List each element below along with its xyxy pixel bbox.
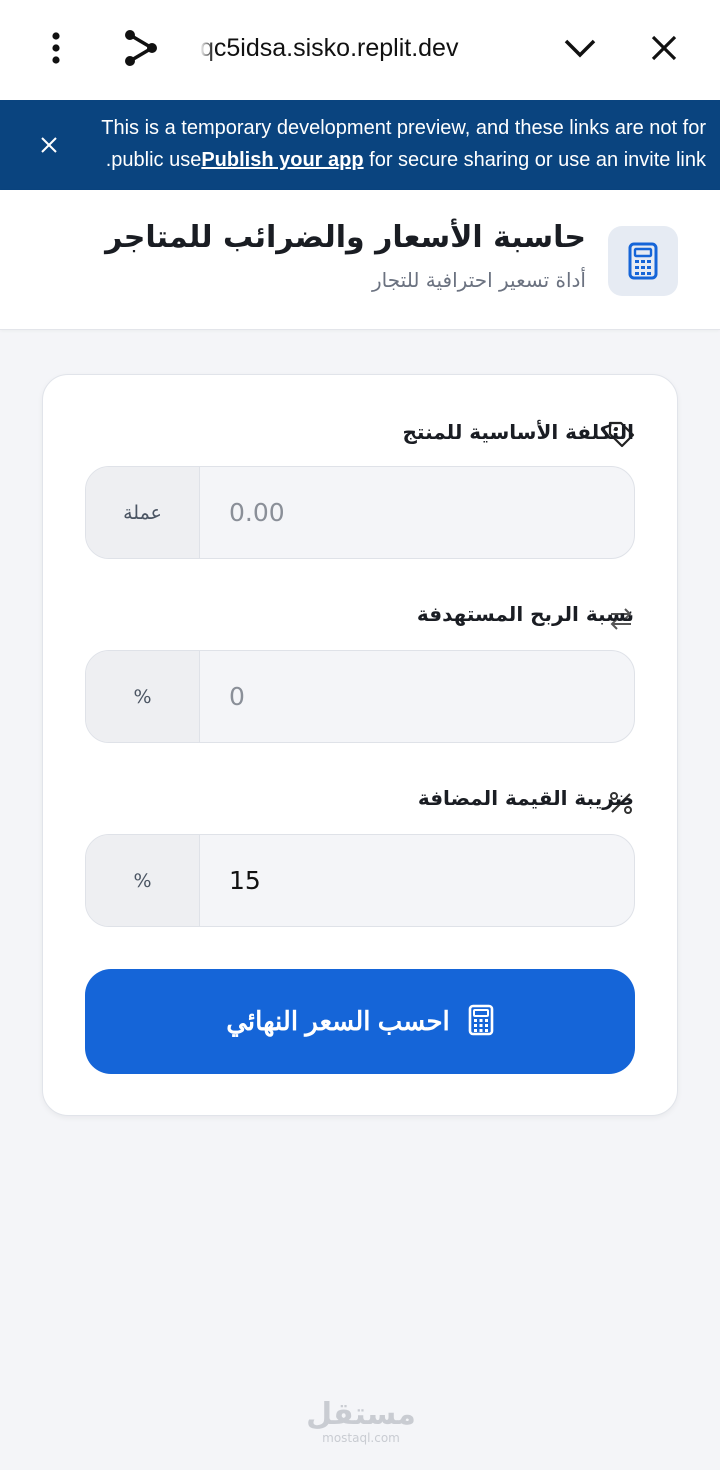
currency-addon: عملة: [86, 467, 200, 558]
watermark: مستقل mostaql.com: [306, 1397, 416, 1445]
banner-line-2: public use. Publish your app for secure …: [66, 144, 706, 176]
vat-input[interactable]: [201, 835, 634, 926]
banner-line-1: This is a temporary development preview,…: [101, 117, 706, 139]
calculate-button[interactable]: احسب السعر النهائي: [85, 969, 635, 1074]
vat-label: ضريبة القيمة المضافة: [417, 786, 634, 810]
vat-input-group: %: [85, 834, 635, 927]
share-icon[interactable]: [118, 26, 162, 70]
close-icon[interactable]: [644, 28, 684, 68]
publish-app-link[interactable]: Publish your app: [201, 149, 363, 171]
calculator-icon: [608, 226, 678, 296]
browser-bar: qc5idsa.sisko.replit.dev: [0, 0, 720, 100]
banner-text-post: for secure sharing or use an invite link: [363, 149, 706, 171]
page-subtitle: أداة تسعير احترافية للتجار: [372, 268, 586, 292]
banner-close-icon[interactable]: [34, 130, 64, 160]
cost-input[interactable]: [201, 467, 634, 558]
watermark-latin: mostaql.com: [322, 1431, 400, 1445]
profit-label: نسبة الربح المستهدفة: [416, 602, 634, 626]
profit-input-group: %: [85, 650, 635, 743]
banner-text-pre: public use.: [100, 149, 202, 171]
cost-label: التكلفة الأساسية للمنتج: [402, 420, 634, 444]
profit-input[interactable]: [201, 651, 634, 742]
url-fade: [200, 30, 214, 66]
calculate-button-label: احسب السعر النهائي: [226, 1006, 450, 1036]
calculator-icon: [468, 1004, 494, 1039]
cost-input-group: عملة: [85, 466, 635, 559]
percent-addon: %: [86, 651, 200, 742]
chevron-down-icon[interactable]: [558, 28, 602, 68]
dev-preview-banner: This is a temporary development preview,…: [0, 100, 720, 190]
url-bar[interactable]: qc5idsa.sisko.replit.dev: [200, 30, 464, 66]
url-text: qc5idsa.sisko.replit.dev: [200, 34, 459, 62]
percent-addon: %: [86, 835, 200, 926]
kebab-menu-icon[interactable]: [36, 28, 76, 68]
page-title: حاسبة الأسعار والضرائب للمتاجر: [105, 220, 586, 255]
app-header: حاسبة الأسعار والضرائب للمتاجر أداة تسعي…: [0, 190, 720, 330]
banner-text: This is a temporary development preview,…: [66, 112, 706, 176]
watermark-arabic: مستقل: [306, 1397, 416, 1432]
